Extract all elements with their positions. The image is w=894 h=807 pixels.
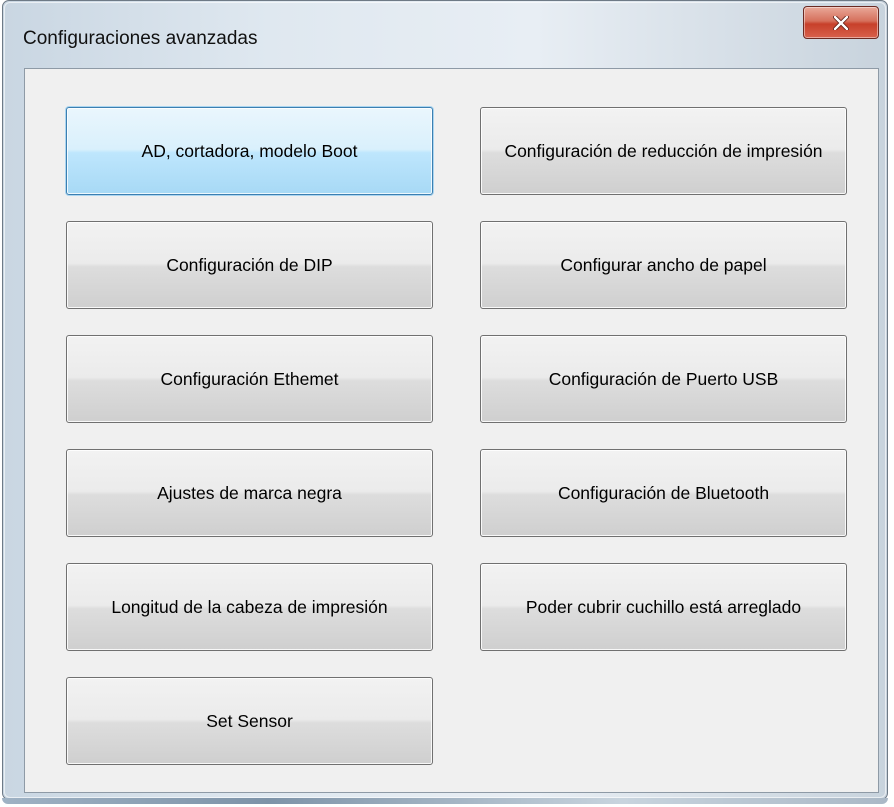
paper-width-button[interactable]: Configurar ancho de papel	[480, 221, 847, 309]
ad-cutter-boot-button[interactable]: AD, cortadora, modelo Boot	[66, 107, 433, 195]
dialog-window: Configuraciones avanzadas AD, cortadora,…	[2, 0, 888, 800]
window-title: Configuraciones avanzadas	[23, 28, 258, 49]
bluetooth-settings-button[interactable]: Configuración de Bluetooth	[480, 449, 847, 537]
print-reduction-button[interactable]: Configuración de reducción de impresión	[480, 107, 847, 195]
usb-port-button[interactable]: Configuración de Puerto USB	[480, 335, 847, 423]
close-icon	[833, 15, 849, 30]
black-mark-button[interactable]: Ajustes de marca negra	[66, 449, 433, 537]
set-sensor-button[interactable]: Set Sensor	[66, 677, 433, 765]
dip-settings-button[interactable]: Configuración de DIP	[66, 221, 433, 309]
knife-cover-button[interactable]: Poder cubrir cuchillo está arreglado	[480, 563, 847, 651]
ethernet-settings-button[interactable]: Configuración Ethemet	[66, 335, 433, 423]
close-button[interactable]	[803, 6, 879, 39]
print-head-length-button[interactable]: Longitud de la cabeza de impresión	[66, 563, 433, 651]
window-bottom-edge	[2, 798, 888, 804]
dialog-client-area: AD, cortadora, modelo Boot Configuración…	[24, 68, 879, 793]
